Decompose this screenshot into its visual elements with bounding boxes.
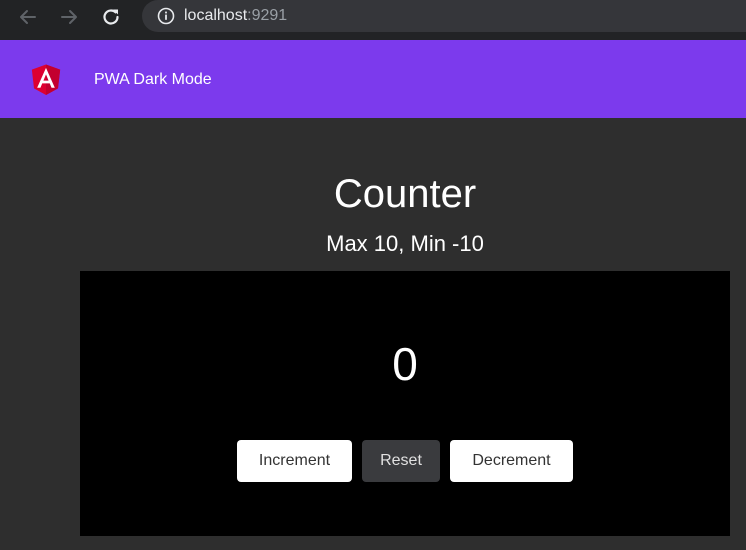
reload-button[interactable] — [100, 6, 122, 28]
url-port: :9291 — [247, 7, 288, 24]
counter-card: 0 Increment Reset Decrement — [80, 271, 730, 536]
url-host: localhost — [184, 7, 248, 24]
back-button[interactable] — [17, 6, 39, 28]
app-toolbar: PWA Dark Mode — [0, 40, 746, 118]
browser-toolbar: localhost:9291 — [0, 0, 746, 40]
counter-subtitle: Max 10, Min -10 — [326, 231, 484, 256]
url-text[interactable]: localhost:9291 — [184, 6, 287, 26]
counter-value: 0 — [392, 338, 418, 390]
forward-button[interactable] — [58, 6, 80, 28]
app-title: PWA Dark Mode — [94, 71, 212, 88]
reload-icon — [103, 9, 119, 25]
decrement-button[interactable]: Decrement — [450, 440, 573, 482]
angular-logo-icon — [31, 64, 61, 95]
arrow-right-icon — [61, 10, 77, 24]
main-content: Counter Max 10, Min -10 0 Increment Rese… — [0, 118, 746, 550]
address-bar[interactable]: localhost:9291 — [142, 0, 746, 32]
counter-heading: Counter — [333, 172, 477, 216]
reset-button[interactable]: Reset — [362, 440, 440, 482]
info-circle-icon[interactable] — [157, 7, 175, 25]
arrow-left-icon — [20, 10, 36, 24]
increment-button[interactable]: Increment — [237, 440, 352, 482]
